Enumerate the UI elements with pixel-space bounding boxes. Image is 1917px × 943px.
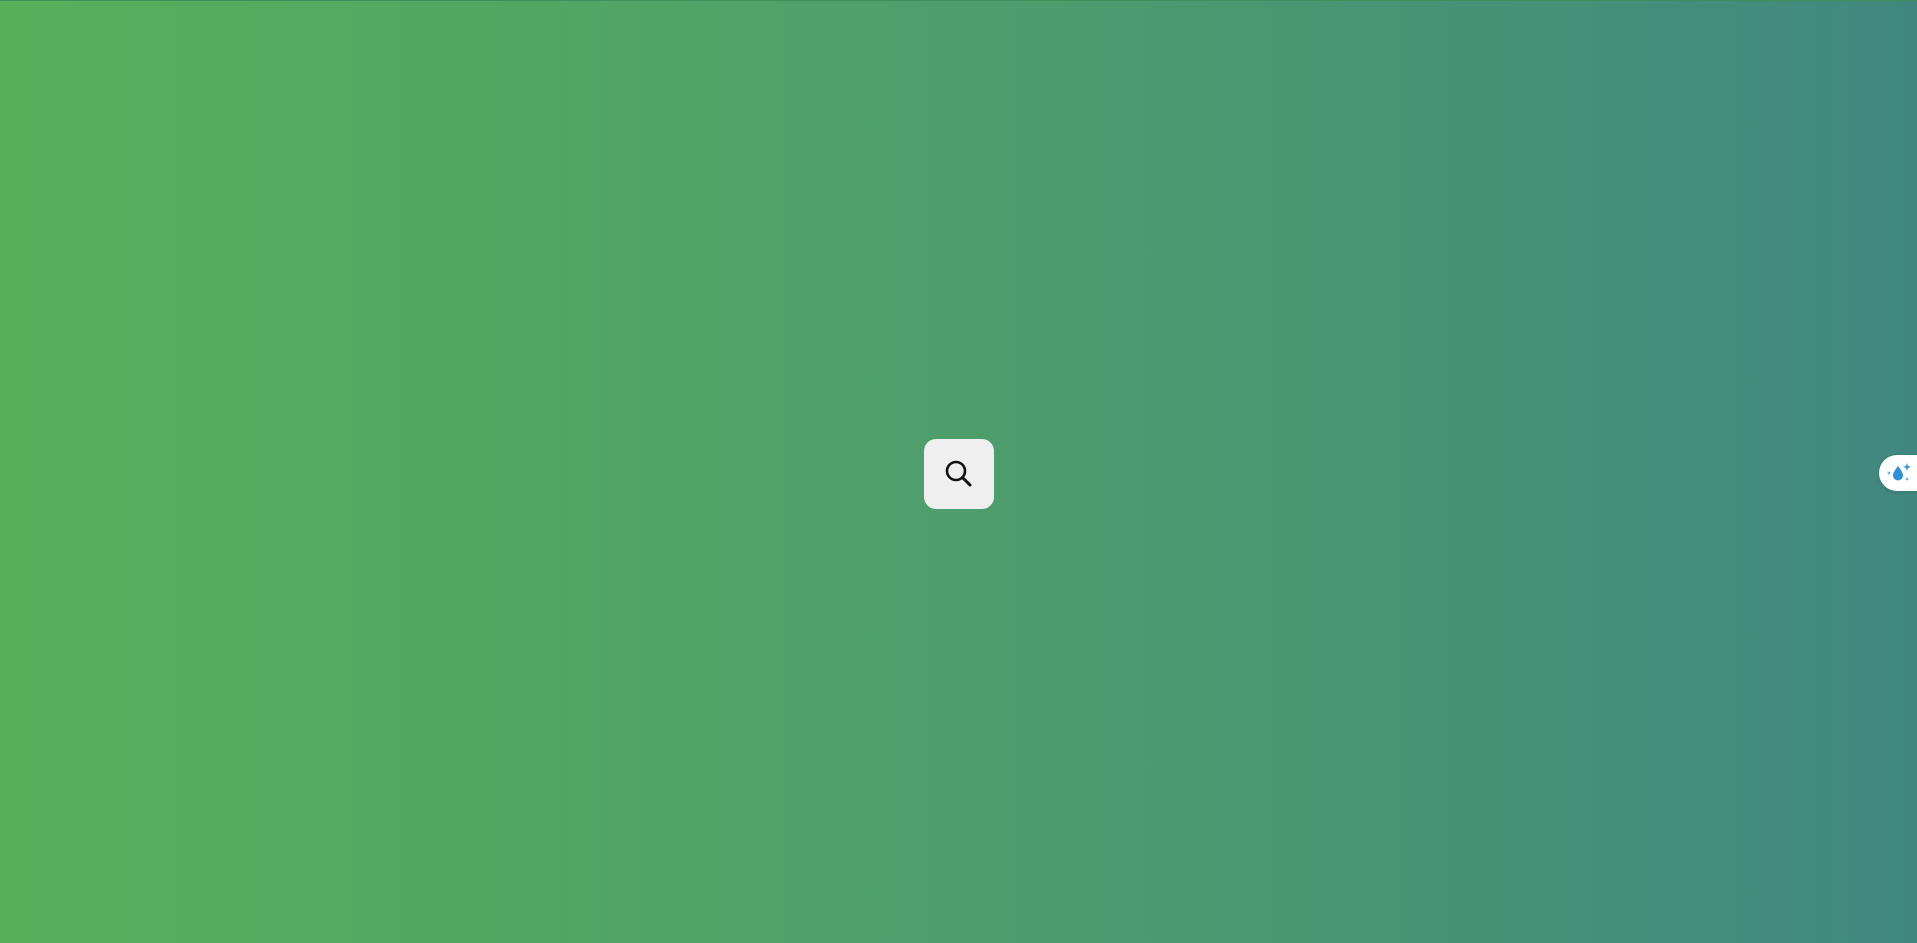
- app-background: [0, 0, 1917, 943]
- sparkle-droplet-icon: [1885, 459, 1913, 487]
- search-button[interactable]: [924, 439, 994, 509]
- side-assistant-tab[interactable]: [1879, 455, 1917, 491]
- search-icon: [943, 458, 975, 490]
